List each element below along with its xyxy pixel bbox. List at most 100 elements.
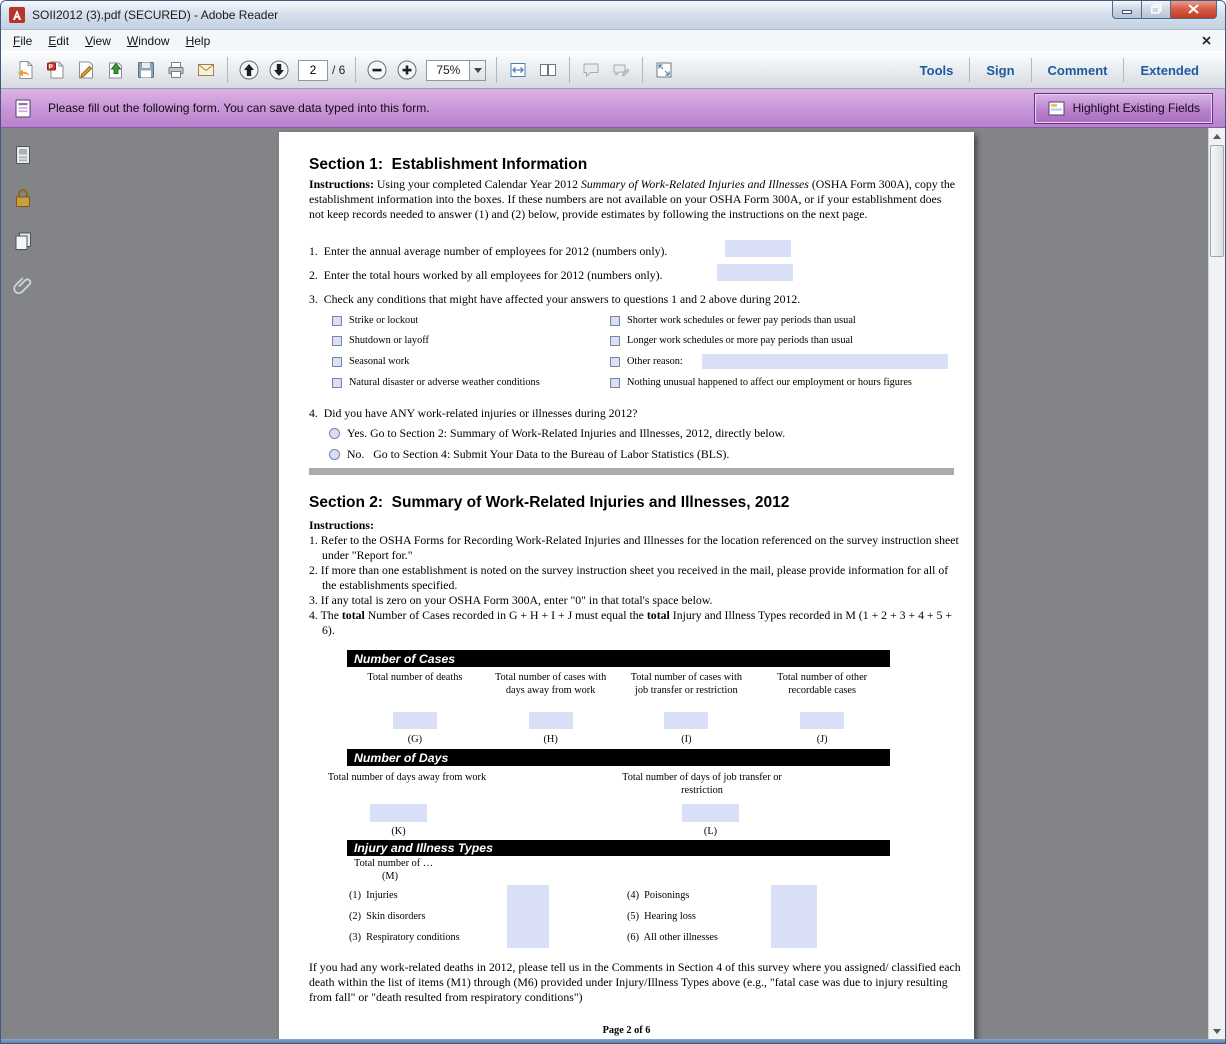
checkbox-label: Nothing unusual happened to affect our e… [627,377,912,390]
zoom-in-button[interactable] [392,55,422,85]
menu-help[interactable]: Help [178,32,219,50]
checkbox-label: Longer work schedules or more pay period… [627,335,853,348]
menu-edit[interactable]: Edit [40,32,77,50]
email-button[interactable] [191,55,221,85]
share-upload-button[interactable] [101,55,131,85]
question1-input-field[interactable] [725,240,791,257]
field-M1-input[interactable] [507,885,549,906]
minimize-button[interactable] [1112,0,1142,19]
field-H-input[interactable] [529,712,573,729]
fit-page-button[interactable] [533,55,563,85]
field-M2-input[interactable] [507,906,549,927]
other-reason-input-field[interactable] [702,354,948,369]
zoom-out-button[interactable] [362,55,392,85]
checkbox-row-longer-schedules: Longer work schedules or more pay period… [610,335,853,348]
checkbox-shutdown-or-layoff[interactable] [332,336,342,346]
scrollbar-track[interactable] [1209,258,1225,1023]
field-G-input[interactable] [393,712,437,729]
menu-view[interactable]: View [77,32,119,50]
toolbar-separator [227,57,228,83]
option-no-label: No. Go to Section 4: Submit Your Data to… [347,447,729,462]
checkbox-seasonal-work[interactable] [332,357,342,367]
question3-label: 3. Check any conditions that might have … [309,292,800,307]
form-notification-bar: Please fill out the following form. You … [1,89,1225,128]
checkbox-longer-schedules[interactable] [610,336,620,346]
field-K-input[interactable] [370,804,427,822]
close-button[interactable] [1171,0,1217,19]
checkbox-strike-or-lockout[interactable] [332,316,342,326]
fill-sign-button[interactable] [71,55,101,85]
highlight-existing-fields-button[interactable]: Highlight Existing Fields [1034,93,1213,124]
section2-instruction-1: 1. Refer to the OSHA Forms for Recording… [309,533,961,563]
open-file-button[interactable] [11,55,41,85]
zoom-dropdown-arrow-icon[interactable] [469,61,485,80]
toolbar-separator [496,57,497,83]
section-divider [309,468,954,475]
menu-window[interactable]: Window [119,32,178,50]
attachments-paperclip-button[interactable] [8,269,38,299]
tools-button[interactable]: Tools [904,57,970,84]
menu-file[interactable]: File [5,32,40,50]
field-M4-input[interactable] [771,885,817,906]
number-of-cases-header: Number of Cases [354,652,455,666]
drawing-markups-button[interactable] [606,55,636,85]
page-thumbnails-button[interactable] [8,140,38,170]
field-M5-input[interactable] [771,906,817,927]
checkbox-other-reason[interactable] [610,357,620,367]
checkbox-shorter-schedules[interactable] [610,316,620,326]
checkbox-row-nothing-unusual: Nothing unusual happened to affect our e… [610,377,912,390]
sign-button[interactable]: Sign [970,57,1030,84]
main-content: Section 1: Establishment Information Ins… [1,128,1225,1039]
checkbox-nothing-unusual[interactable] [610,378,620,388]
comment-button[interactable]: Comment [1032,57,1124,84]
cases-labels-row: (G) (H) (I) (J) [347,734,890,747]
section1-instructions: Instructions: Using your completed Calen… [309,177,957,222]
adobe-reader-window: SOII2012 (3).pdf (SECURED) - Adobe Reade… [0,0,1226,1044]
label-K: (K) [370,826,427,839]
cases-column-headers: Total number of deaths Total number of c… [347,672,890,697]
scrollbar-thumb[interactable] [1210,145,1224,257]
menubar: File Edit View Window Help [1,30,1225,51]
section2-instruction-3: 3. If any total is zero on your OSHA For… [309,593,961,608]
type-item-hearing-loss: (5) Hearing loss [627,911,696,924]
cases-column-header-transfer: Total number of cases with job transfer … [619,672,755,697]
label-I: (I) [619,734,755,747]
radio-yes[interactable] [329,428,340,439]
vertical-scrollbar[interactable] [1208,128,1225,1039]
type-item-poisonings: (4) Poisonings [627,890,689,903]
pages-copy-button[interactable] [8,226,38,256]
question2-input-field[interactable] [717,264,793,281]
scroll-down-button[interactable] [1209,1023,1225,1039]
sticky-note-button[interactable] [576,55,606,85]
print-button[interactable] [161,55,191,85]
field-J-input[interactable] [800,712,844,729]
zoom-level-select[interactable]: 75% [426,60,486,81]
extended-button[interactable]: Extended [1124,57,1215,84]
field-L-input[interactable] [682,804,739,822]
page-number-input[interactable] [298,60,328,81]
deaths-comment-note: If you had any work-related deaths in 20… [309,960,961,1005]
security-lock-button[interactable] [8,183,38,213]
pdf-page: Section 1: Establishment Information Ins… [279,132,974,1039]
close-document-button[interactable] [1192,36,1221,45]
field-I-input[interactable] [664,712,708,729]
create-pdf-button[interactable] [41,55,71,85]
previous-page-button[interactable] [234,55,264,85]
checkbox-label: Natural disaster or adverse weather cond… [349,377,540,390]
form-document-icon [13,98,34,119]
toolbar-separator [355,57,356,83]
type-item-all-other: (6) All other illnesses [627,932,718,945]
save-button[interactable] [131,55,161,85]
fullscreen-button[interactable] [649,55,679,85]
fit-width-button[interactable] [503,55,533,85]
next-page-button[interactable] [264,55,294,85]
field-M6-input[interactable] [771,927,817,948]
restore-button[interactable] [1142,0,1171,19]
label-H: (H) [483,734,619,747]
radio-no[interactable] [329,449,340,460]
scroll-up-button[interactable] [1209,128,1225,144]
highlight-existing-fields-label: Highlight Existing Fields [1073,101,1200,115]
checkbox-natural-disaster[interactable] [332,378,342,388]
cases-fields-row [347,712,890,729]
field-M3-input[interactable] [507,927,549,948]
